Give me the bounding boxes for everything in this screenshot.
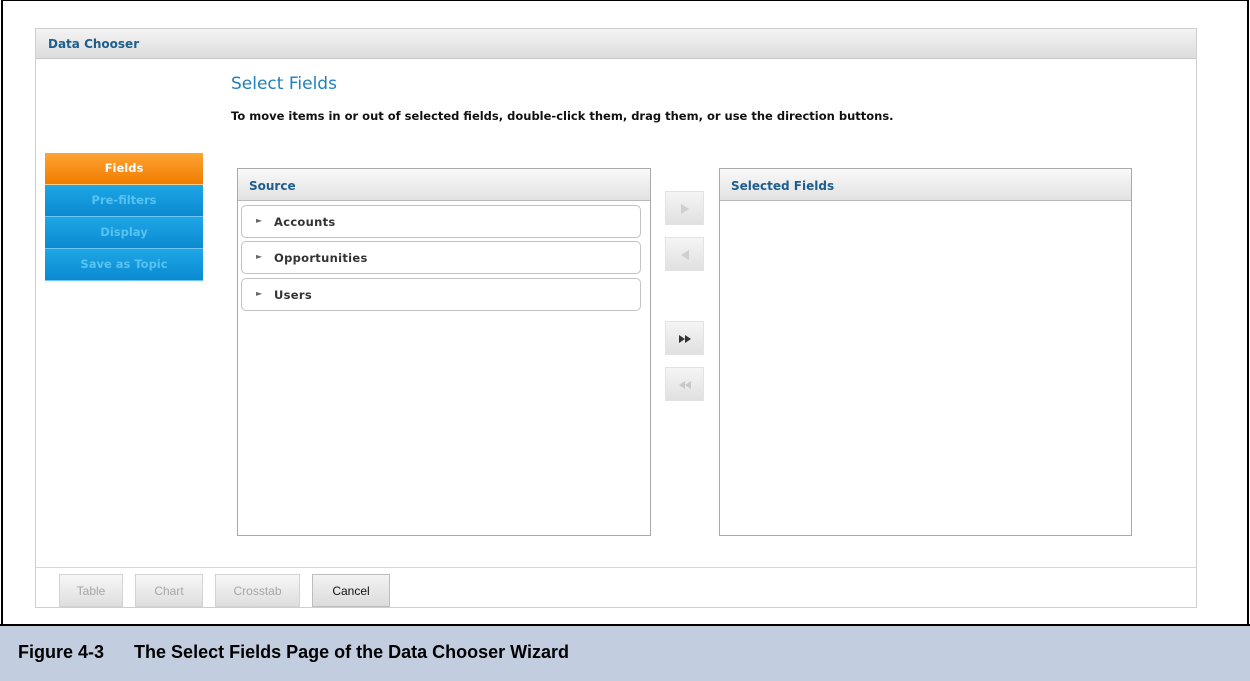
page-title: Select Fields [231,74,337,94]
wizard-steps-nav: Fields Pre-filters Display Save as Topic [45,153,203,281]
caret-right-icon: ► [256,216,263,225]
figure-title: The Select Fields Page of the Data Choos… [134,642,569,662]
double-arrow-right-icon [679,335,691,343]
chart-button[interactable]: Chart [135,574,203,607]
selected-fields-panel-title: Selected Fields [720,169,1131,201]
dialog-header: Data Chooser [36,29,1196,59]
source-item-accounts[interactable]: ► Accounts [241,205,641,238]
source-item-users[interactable]: ► Users [241,278,641,311]
move-all-right-button[interactable] [665,321,704,355]
triangle-right-icon [681,204,689,214]
source-item-opportunities[interactable]: ► Opportunities [241,241,641,274]
instructions-text: To move items in or out of selected fiel… [231,109,894,123]
cancel-button[interactable]: Cancel [312,574,390,607]
caret-right-icon: ► [256,289,263,298]
source-panel: Source ► Accounts ► Opportunities ► User… [237,168,651,536]
table-button[interactable]: Table [59,574,123,607]
step-save-as-topic[interactable]: Save as Topic [45,249,203,281]
move-all-left-button[interactable] [665,367,704,401]
figure-frame: Data Chooser Select Fields To move items… [0,0,1250,681]
step-pre-filters[interactable]: Pre-filters [45,185,203,217]
figure-caption: Figure 4-3 The Select Fields Page of the… [18,642,569,663]
source-item-label: Accounts [274,215,336,229]
crosstab-button[interactable]: Crosstab [215,574,300,607]
step-fields[interactable]: Fields [45,153,203,185]
move-right-button[interactable] [665,191,704,225]
figure-number: Figure 4-3 [18,642,105,662]
data-chooser-dialog: Data Chooser Select Fields To move items… [35,28,1197,608]
move-left-button[interactable] [665,237,704,271]
source-item-label: Opportunities [274,251,368,265]
selected-fields-panel: Selected Fields [719,168,1132,536]
triangle-left-icon [681,250,689,260]
footer-divider [36,567,1196,568]
source-panel-title: Source [238,169,650,201]
caret-right-icon: ► [256,252,263,261]
double-arrow-left-icon [679,381,691,389]
dialog-title: Data Chooser [48,37,140,51]
step-display[interactable]: Display [45,217,203,249]
source-item-label: Users [274,288,312,302]
figure-caption-bar: Figure 4-3 The Select Fields Page of the… [0,624,1250,681]
